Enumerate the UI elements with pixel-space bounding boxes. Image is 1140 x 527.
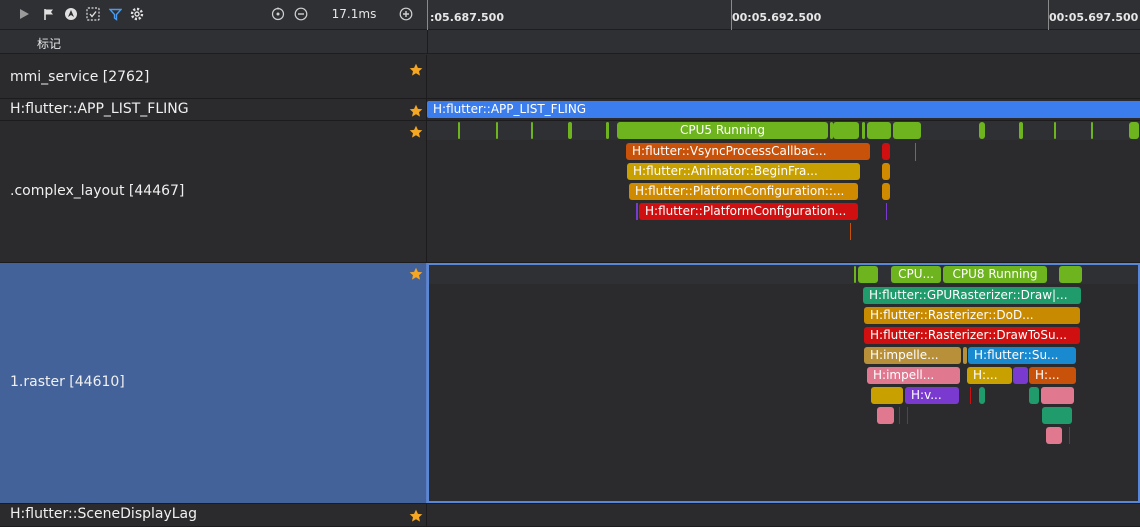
cpu-slice[interactable] xyxy=(1019,122,1023,139)
cpu-slice[interactable] xyxy=(1054,122,1056,139)
trace-slice[interactable]: H:flutter::GPURasterizer::Draw|... xyxy=(863,287,1081,304)
trace-slice[interactable] xyxy=(907,407,908,424)
lane-header[interactable]: H:flutter::APP_LIST_FLING xyxy=(0,99,427,120)
trace-slice[interactable]: H:flutter::PlatformConfiguration::... xyxy=(629,183,858,200)
lane-track[interactable]: H:flutter::APP_LIST_FLING xyxy=(427,99,1140,120)
cpu-slice[interactable] xyxy=(979,122,985,139)
cpu-slice[interactable] xyxy=(1091,122,1093,139)
cpu-slice[interactable] xyxy=(531,122,533,139)
lane-mmi-service[interactable]: mmi_service [2762] xyxy=(0,55,1140,99)
cpu-slice[interactable] xyxy=(867,122,891,139)
lane-header[interactable]: mmi_service [2762] xyxy=(0,55,427,98)
ruler-tick xyxy=(427,0,428,30)
cpu-running-slice[interactable]: CPU5 Running xyxy=(617,122,828,139)
trace-slice[interactable]: H:... xyxy=(967,367,1012,384)
ruler-label: 00:05.697.500 xyxy=(1049,11,1139,24)
trace-slice[interactable] xyxy=(1042,407,1072,424)
cpu-slice[interactable] xyxy=(568,122,572,139)
cpu-slice[interactable] xyxy=(833,122,859,139)
sync-icon[interactable] xyxy=(85,6,101,22)
trace-slice[interactable] xyxy=(963,347,967,364)
filter-icon[interactable] xyxy=(107,6,123,22)
trace-slice[interactable]: H:flutter::Animator::BeginFra... xyxy=(627,163,860,180)
lane-title: 1.raster [44610] xyxy=(10,374,125,390)
lane-track[interactable] xyxy=(427,55,1140,98)
trace-slice[interactable] xyxy=(871,387,903,404)
cpu-slice[interactable] xyxy=(854,266,856,283)
trace-slice[interactable]: H:flutter::APP_LIST_FLING xyxy=(427,101,1140,118)
trace-slice[interactable] xyxy=(882,183,890,200)
reset-zoom-icon[interactable] xyxy=(270,6,286,22)
lane-track[interactable] xyxy=(427,504,1140,526)
trace-slice[interactable]: H:flutter::Rasterizer::DoD... xyxy=(864,307,1080,324)
trace-slice[interactable]: H:v... xyxy=(905,387,959,404)
star-icon[interactable] xyxy=(409,125,423,139)
cpu-slice[interactable] xyxy=(458,122,460,139)
trace-slice[interactable] xyxy=(970,387,971,404)
lane-header[interactable]: H:flutter::SceneDisplayLag xyxy=(0,504,427,526)
trace-slice[interactable] xyxy=(882,163,890,180)
cpu-slice[interactable] xyxy=(1059,266,1082,283)
star-icon[interactable] xyxy=(409,63,423,77)
lane-app-list-fling[interactable]: H:flutter::APP_LIST_FLING H:flutter::APP… xyxy=(0,99,1140,121)
lane-header[interactable]: .complex_layout [44467] xyxy=(0,121,427,262)
cpu-slice[interactable] xyxy=(496,122,498,139)
divider xyxy=(427,30,428,54)
trace-slice[interactable] xyxy=(886,203,887,220)
lane-track[interactable]: CPU... CPU8 Running H:flutter::GPURaster… xyxy=(427,263,1140,503)
trace-slice[interactable] xyxy=(899,407,900,424)
cpu-slice[interactable] xyxy=(1129,122,1139,139)
cpu-slice[interactable] xyxy=(862,122,865,139)
lane-header[interactable]: 1.raster [44610] xyxy=(0,263,427,503)
cpu-slice[interactable] xyxy=(893,122,921,139)
trace-slice[interactable]: H:impell... xyxy=(867,367,960,384)
lane-title: H:flutter::APP_LIST_FLING xyxy=(10,101,189,117)
trace-slice[interactable]: H:flutter::PlatformConfiguration... xyxy=(639,203,858,220)
play-icon[interactable] xyxy=(16,6,32,22)
trace-slice[interactable] xyxy=(1069,427,1070,444)
settings-icon[interactable] xyxy=(129,6,145,22)
ruler-label: :05.687.500 xyxy=(430,11,504,24)
cpu-running-slice[interactable]: CPU... xyxy=(891,266,941,283)
navigate-icon[interactable] xyxy=(63,6,79,22)
trace-slice[interactable] xyxy=(915,143,916,161)
trace-slice[interactable] xyxy=(979,387,985,404)
lane-title: .complex_layout [44467] xyxy=(10,183,185,199)
star-icon[interactable] xyxy=(409,104,423,118)
trace-slice[interactable] xyxy=(1041,387,1074,404)
cpu-slice[interactable] xyxy=(858,266,878,283)
lane-raster[interactable]: 1.raster [44610] CPU... CPU8 Running H:f… xyxy=(0,263,1140,504)
time-ruler[interactable]: :05.687.500 00:05.692.500 00:05.697.500 xyxy=(427,0,1140,30)
ruler-label: 00:05.692.500 xyxy=(732,11,822,24)
lane-track[interactable]: CPU5 Running H:flutter::VsyncProcessCall… xyxy=(427,121,1140,262)
trace-slice[interactable] xyxy=(1046,427,1062,444)
trace-slice[interactable] xyxy=(882,143,890,160)
trace-slice[interactable]: H:impelle... xyxy=(864,347,961,364)
trace-slice[interactable] xyxy=(636,203,638,220)
trace-slice[interactable]: H:... xyxy=(1029,367,1076,384)
trace-slice[interactable] xyxy=(1013,367,1028,384)
zoom-in-icon[interactable] xyxy=(398,6,414,22)
cpu-slice[interactable] xyxy=(606,122,609,139)
star-icon[interactable] xyxy=(409,509,423,523)
lane-title: mmi_service [2762] xyxy=(10,69,150,85)
lane-scene-display-lag[interactable]: H:flutter::SceneDisplayLag xyxy=(0,504,1140,527)
visible-duration: 17.1ms xyxy=(331,7,377,21)
trace-slice[interactable] xyxy=(850,223,851,240)
trace-slice[interactable]: H:flutter::Rasterizer::DrawToSu... xyxy=(864,327,1080,344)
marker-row[interactable]: 标记 xyxy=(0,30,1140,54)
flag-icon[interactable] xyxy=(41,6,57,22)
toolbar: 17.1ms xyxy=(0,0,427,30)
marker-label: 标记 xyxy=(37,37,62,51)
trace-slice[interactable]: H:flutter::VsyncProcessCallbac... xyxy=(626,143,870,160)
trace-slice[interactable]: H:flutter::Su... xyxy=(968,347,1076,364)
lane-title: H:flutter::SceneDisplayLag xyxy=(10,506,198,522)
star-icon[interactable] xyxy=(409,267,423,281)
cpu-running-slice[interactable]: CPU8 Running xyxy=(943,266,1047,283)
trace-slice[interactable] xyxy=(877,407,894,424)
lane-complex-layout[interactable]: .complex_layout [44467] CPU5 Running H:f… xyxy=(0,121,1140,263)
trace-slice[interactable] xyxy=(1029,387,1039,404)
zoom-out-icon[interactable] xyxy=(293,6,309,22)
